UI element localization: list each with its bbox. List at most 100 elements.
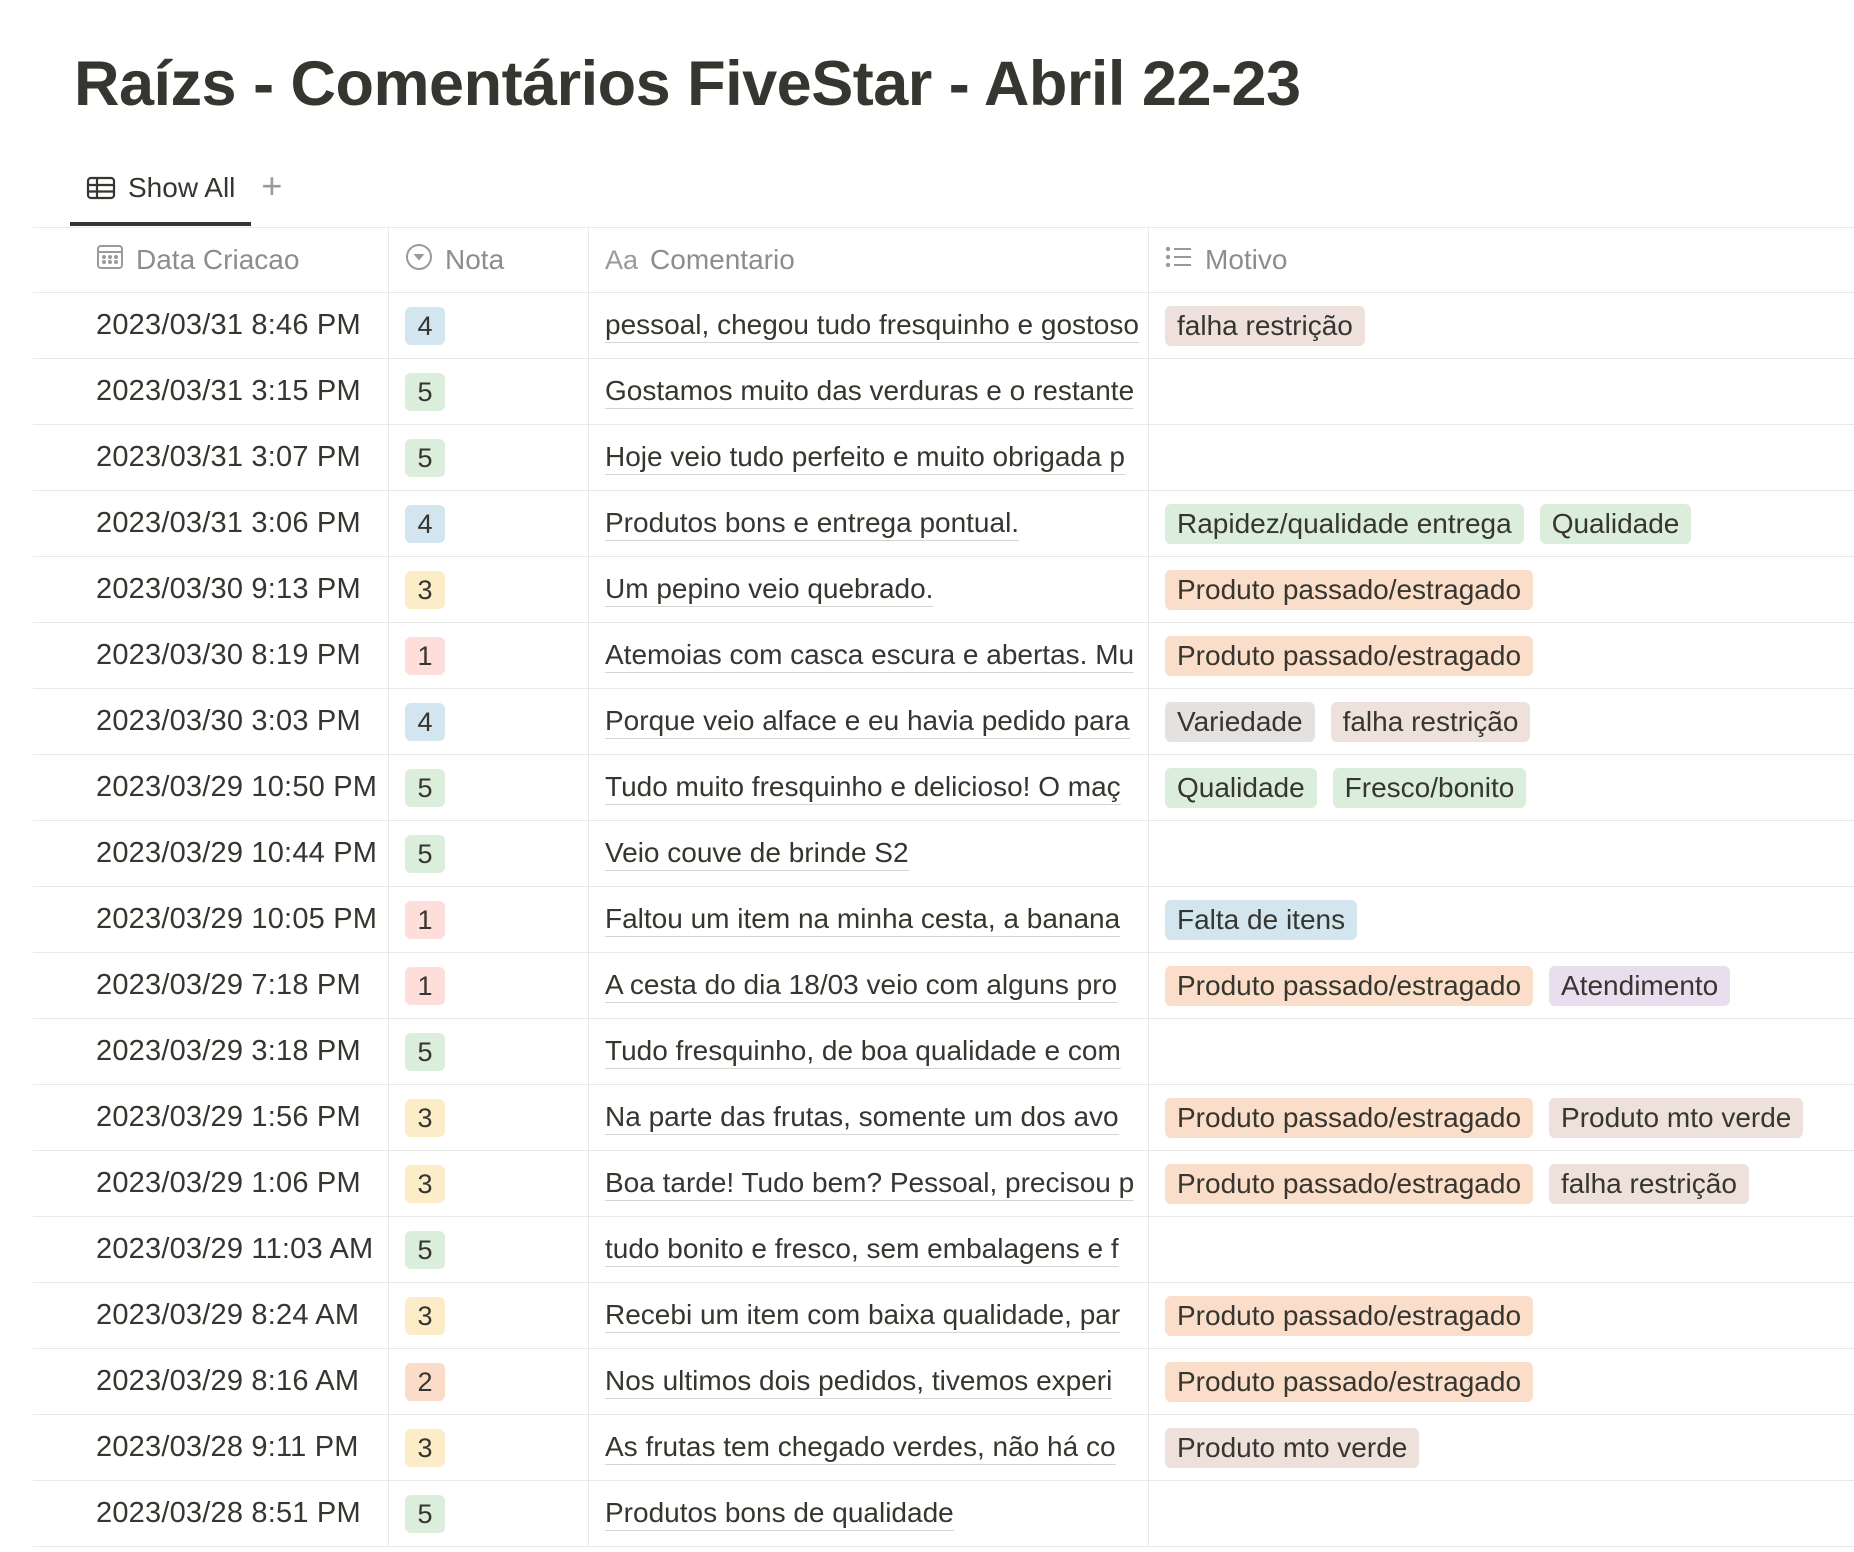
cell-nota[interactable]: 5 [389,425,589,490]
cell-motivo[interactable]: Rapidez/qualidade entrega Qualidade [1149,491,1854,556]
table-row[interactable]: 2023/03/28 9:11 PM 3 As frutas tem chegado… [33,1415,1854,1481]
comentario-link[interactable]: Um pepino veio quebrado. [605,572,934,607]
cell-nota[interactable]: 3 [389,1283,589,1348]
comentario-link[interactable]: Tudo muito fresquinho e delicioso! O maç [605,770,1121,805]
cell-data-criacao[interactable]: 2023/03/28 9:11 PM [33,1415,389,1480]
table-row[interactable]: 2023/03/31 8:46 PM 4 pessoal, chegou tudo … [33,293,1854,359]
cell-motivo[interactable]: Produto passado/estragado falha restrição [1149,1151,1854,1216]
cell-nota[interactable]: 3 [389,557,589,622]
cell-data-criacao[interactable]: 2023/03/30 8:19 PM [33,623,389,688]
comentario-link[interactable]: Faltou um item na minha cesta, a banana [605,902,1121,937]
comentario-link[interactable]: Tudo fresquinho, de boa qualidade e com [605,1034,1121,1069]
cell-comentario[interactable]: Veio couve de brinde S2 [589,821,1149,886]
cell-data-criacao[interactable]: 2023/03/29 8:16 AM [33,1349,389,1414]
cell-comentario[interactable]: Gostamos muito das verduras e o restante [589,359,1149,424]
comentario-link[interactable]: tudo bonito e fresco, sem embalagens e f [605,1232,1119,1267]
comentario-link[interactable]: Veio couve de brinde S2 [605,836,909,871]
cell-comentario[interactable]: Porque veio alface e eu havia pedido par… [589,689,1149,754]
cell-comentario[interactable]: Produtos bons de qualidade [589,1481,1149,1546]
cell-nota[interactable]: 5 [389,1019,589,1084]
column-header-comentario[interactable]: Aa Comentario [589,228,1149,292]
cell-data-criacao[interactable]: 2023/03/29 3:18 PM [33,1019,389,1084]
cell-data-criacao[interactable]: 2023/03/29 11:03 AM [33,1217,389,1282]
cell-motivo[interactable]: Produto mto verde [1149,1415,1854,1480]
column-header-nota[interactable]: Nota [389,228,589,292]
cell-comentario[interactable]: Nos ultimos dois pedidos, tivemos experi [589,1349,1149,1414]
cell-nota[interactable]: 4 [389,491,589,556]
comentario-link[interactable]: Hoje veio tudo perfeito e muito obrigada… [605,440,1125,475]
comentario-link[interactable]: As frutas tem chegado verdes, não há co [605,1430,1116,1465]
cell-data-criacao[interactable]: 2023/03/30 9:13 PM [33,557,389,622]
table-row[interactable]: 2023/03/29 8:16 AM 2 Nos ultimos dois pedi… [33,1349,1854,1415]
table-row[interactable]: 2023/03/29 10:05 PM 1 Faltou um item na mi… [33,887,1854,953]
cell-data-criacao[interactable]: 2023/03/30 3:03 PM [33,689,389,754]
table-row[interactable]: 2023/03/31 3:15 PM 5 Gostamos muito das ve… [33,359,1854,425]
cell-comentario[interactable]: Produtos bons e entrega pontual. [589,491,1149,556]
comentario-link[interactable]: Gostamos muito das verduras e o restante [605,374,1135,409]
cell-nota[interactable]: 4 [389,689,589,754]
table-row[interactable]: 2023/03/30 3:03 PM 4 Porque veio alface e … [33,689,1854,755]
cell-motivo[interactable]: Falta de itens [1149,887,1854,952]
cell-data-criacao[interactable]: 2023/03/29 1:56 PM [33,1085,389,1150]
table-row[interactable]: 2023/03/31 3:06 PM 4 Produtos bons e entre… [33,491,1854,557]
cell-motivo[interactable]: falha restrição [1149,293,1854,358]
cell-nota[interactable]: 5 [389,755,589,820]
cell-comentario[interactable]: Um pepino veio quebrado. [589,557,1149,622]
cell-motivo[interactable]: Qualidade Fresco/bonito [1149,755,1854,820]
cell-comentario[interactable]: Na parte das frutas, somente um dos avo [589,1085,1149,1150]
cell-nota[interactable]: 2 [389,1349,589,1414]
cell-data-criacao[interactable]: 2023/03/31 3:15 PM [33,359,389,424]
cell-motivo[interactable] [1149,359,1854,424]
table-row[interactable]: 2023/03/29 1:56 PM 3 Na parte das frutas, … [33,1085,1854,1151]
cell-nota[interactable]: 1 [389,953,589,1018]
cell-comentario[interactable]: Tudo muito fresquinho e delicioso! O maç [589,755,1149,820]
cell-comentario[interactable]: Atemoias com casca escura e abertas. Mu [589,623,1149,688]
table-row[interactable]: 2023/03/29 1:06 PM 3 Boa tarde! Tudo bem? … [33,1151,1854,1217]
cell-motivo[interactable]: Produto passado/estragado [1149,1349,1854,1414]
cell-comentario[interactable]: A cesta do dia 18/03 veio com alguns pro [589,953,1149,1018]
cell-comentario[interactable]: tudo bonito e fresco, sem embalagens e f [589,1217,1149,1282]
column-header-motivo[interactable]: Motivo [1149,228,1854,292]
cell-nota[interactable]: 5 [389,821,589,886]
comentario-link[interactable]: Produtos bons de qualidade [605,1496,954,1531]
cell-data-criacao[interactable]: 2023/03/31 3:07 PM [33,425,389,490]
cell-motivo[interactable]: Variedade falha restrição [1149,689,1854,754]
cell-comentario[interactable]: As frutas tem chegado verdes, não há co [589,1415,1149,1480]
cell-data-criacao[interactable]: 2023/03/29 10:05 PM [33,887,389,952]
table-row[interactable]: 2023/03/31 3:07 PM 5 Hoje veio tudo perfei… [33,425,1854,491]
cell-nota[interactable]: 5 [389,359,589,424]
cell-motivo[interactable]: Produto passado/estragado Produto mto ver… [1149,1085,1854,1150]
cell-comentario[interactable]: Recebi um item com baixa qualidade, par [589,1283,1149,1348]
cell-data-criacao[interactable]: 2023/03/29 8:24 AM [33,1283,389,1348]
cell-nota[interactable]: 1 [389,887,589,952]
table-row[interactable]: 2023/03/29 10:50 PM 5 Tudo muito fresquinh… [33,755,1854,821]
cell-motivo[interactable]: Produto passado/estragado [1149,623,1854,688]
table-row[interactable]: 2023/03/28 8:51 PM 5 Produtos bons de qual… [33,1481,1854,1547]
cell-motivo[interactable] [1149,1481,1854,1546]
cell-data-criacao[interactable]: 2023/03/29 10:44 PM [33,821,389,886]
cell-data-criacao[interactable]: 2023/03/31 8:46 PM [33,293,389,358]
cell-nota[interactable]: 1 [389,623,589,688]
cell-motivo[interactable] [1149,425,1854,490]
cell-data-criacao[interactable]: 2023/03/29 7:18 PM [33,953,389,1018]
comentario-link[interactable]: Na parte das frutas, somente um dos avo [605,1100,1119,1135]
cell-motivo[interactable] [1149,1217,1854,1282]
cell-comentario[interactable]: Tudo fresquinho, de boa qualidade e com [589,1019,1149,1084]
cell-motivo[interactable] [1149,1019,1854,1084]
comentario-link[interactable]: Boa tarde! Tudo bem? Pessoal, precisou p [605,1166,1135,1201]
cell-data-criacao[interactable]: 2023/03/29 10:50 PM [33,755,389,820]
tab-show-all[interactable]: Show All [70,160,252,226]
comentario-link[interactable]: A cesta do dia 18/03 veio com alguns pro [605,968,1118,1003]
cell-motivo[interactable] [1149,821,1854,886]
comentario-link[interactable]: pessoal, chegou tudo fresquinho e gostos… [605,308,1139,343]
cell-nota[interactable]: 3 [389,1415,589,1480]
column-header-data-criacao[interactable]: Data Criacao [33,228,389,292]
comentario-link[interactable]: Nos ultimos dois pedidos, tivemos experi [605,1364,1113,1399]
table-row[interactable]: 2023/03/29 10:44 PM 5 Veio couve de brinde… [33,821,1854,887]
cell-nota[interactable]: 3 [389,1085,589,1150]
cell-nota[interactable]: 5 [389,1217,589,1282]
cell-data-criacao[interactable]: 2023/03/29 1:06 PM [33,1151,389,1216]
cell-nota[interactable]: 5 [389,1481,589,1546]
comentario-link[interactable]: Porque veio alface e eu havia pedido par… [605,704,1130,739]
comentario-link[interactable]: Atemoias com casca escura e abertas. Mu [605,638,1135,673]
